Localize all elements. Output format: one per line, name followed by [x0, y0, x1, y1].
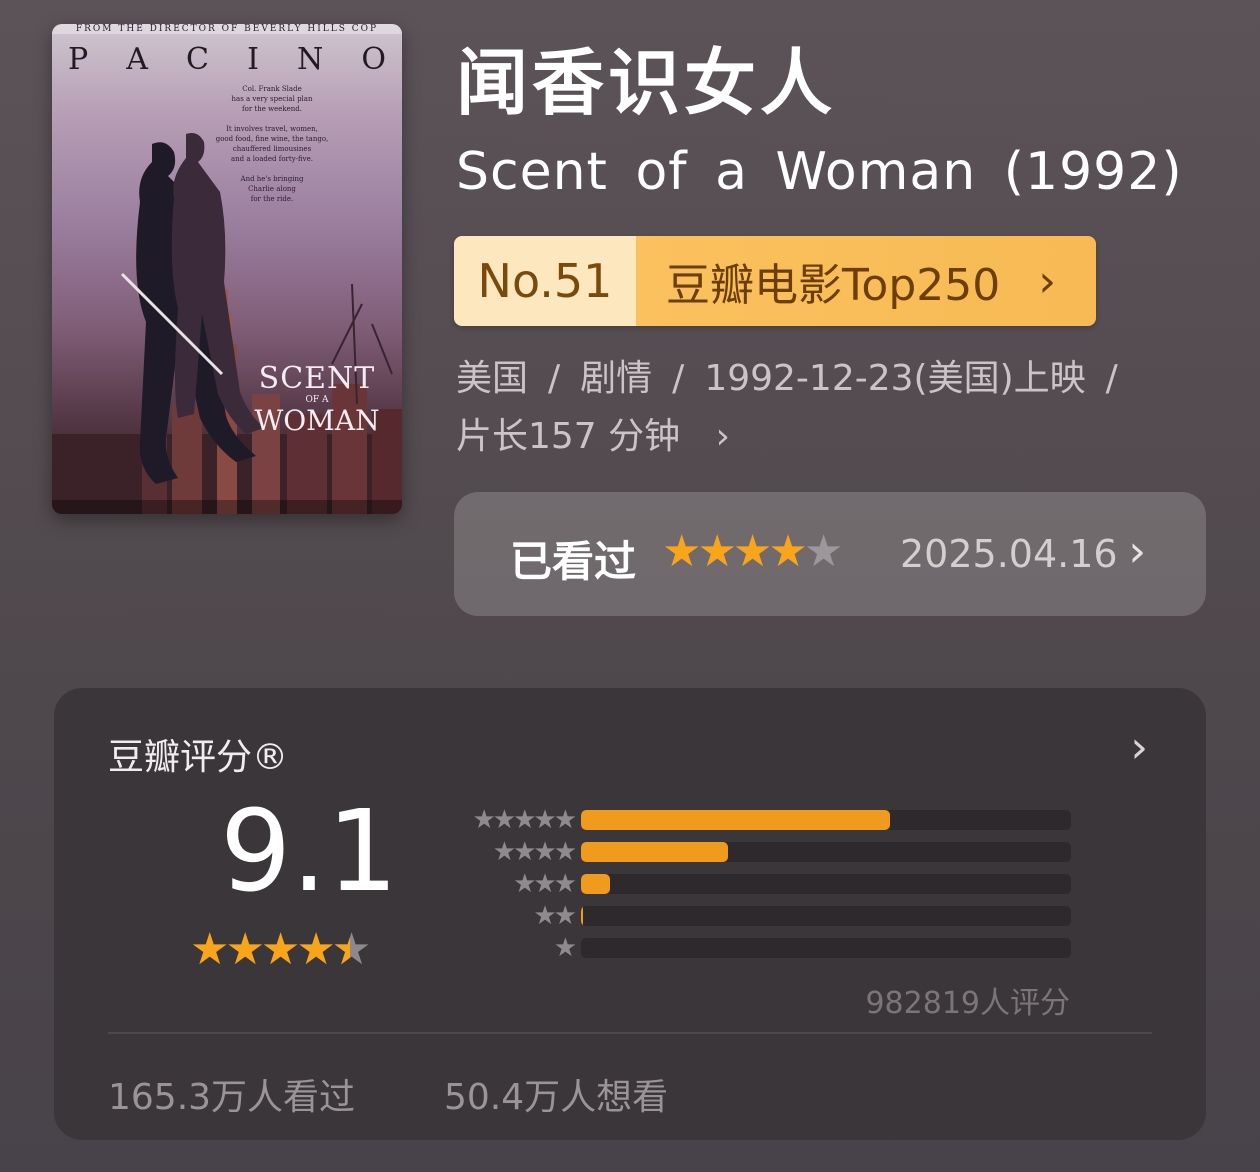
meta-release-date: 1992-12-23(美国)上映	[704, 358, 1086, 399]
poster-figures-art	[120, 133, 264, 484]
distribution-bar-fill	[581, 810, 890, 830]
poster-actor-letter: O	[361, 42, 386, 77]
distribution-star-icons: ★★★★★	[472, 805, 577, 835]
meta-separator: /	[1105, 358, 1118, 399]
distribution-row: ★★	[438, 902, 1088, 934]
rank-list-name: 豆瓣电影Top250	[666, 260, 1001, 311]
star-icon: ★	[732, 526, 773, 577]
douban-rating-card[interactable]: 豆瓣评分® › 9.1 ★★★★★ ★★★★★★★★★★★★★★★ 982819…	[54, 688, 1206, 1140]
want-count[interactable]: 50.4万人想看	[444, 1068, 668, 1120]
movie-poster[interactable]: FROM THE DIRECTOR OF BEVERLY HILLS COP P…	[52, 24, 402, 514]
distribution-row: ★★★★★	[438, 806, 1088, 838]
distribution-star-icons: ★	[553, 933, 577, 963]
divider	[108, 1032, 1152, 1034]
rating-score: 9.1	[220, 787, 399, 917]
chevron-right-icon: ›	[715, 416, 731, 457]
chevron-right-icon: ›	[1128, 526, 1146, 577]
movie-meta-info[interactable]: 美国 / 剧情 / 1992-12-23(美国)上映 / 片长157 分钟 ›	[456, 350, 1216, 466]
distribution-star-icons: ★★★★	[492, 837, 577, 867]
distribution-row: ★	[438, 934, 1088, 966]
poster-title: SCENT OF A WOMAN	[242, 364, 392, 435]
poster-tagline: FROM THE DIRECTOR OF BEVERLY HILLS COP	[52, 24, 402, 34]
poster-title-line1: SCENT	[258, 361, 376, 396]
star-icon: ★	[662, 526, 702, 577]
distribution-bar-fill	[581, 874, 611, 894]
distribution-bar-fill	[581, 842, 728, 862]
poster-credits-strip	[52, 500, 402, 514]
chevron-right-icon[interactable]: ›	[1130, 722, 1148, 773]
top250-rank-badge[interactable]: No.51 豆瓣电影Top250 ›	[454, 236, 1096, 326]
distribution-bar-track	[581, 874, 1071, 894]
meta-country: 美国	[456, 358, 529, 399]
distribution-bar-track	[581, 810, 1071, 830]
rating-stars: ★★★★★	[190, 924, 372, 975]
chevron-right-icon: ›	[1038, 255, 1056, 307]
star-icon: ★	[768, 526, 808, 577]
rating-count: 982819人评分	[865, 986, 1070, 1021]
poster-title-line3: WOMAN	[254, 404, 380, 437]
poster-actor-letter: P	[68, 42, 89, 77]
distribution-star-icons: ★★	[533, 901, 577, 931]
meta-separator: /	[672, 358, 685, 399]
poster-actor-name: PACINO	[68, 42, 386, 77]
star-icon: ★	[803, 526, 844, 577]
rank-list[interactable]: 豆瓣电影Top250 ›	[636, 236, 1096, 326]
distribution-row: ★★★★	[438, 838, 1088, 870]
poster-actor-letter: I	[247, 42, 259, 77]
distribution-row: ★★★	[438, 870, 1088, 902]
distribution-bar-track	[581, 842, 1071, 862]
distribution-bar-track	[581, 938, 1071, 958]
star-icon: ★	[190, 924, 230, 975]
half-star-icon: ★	[332, 924, 372, 975]
meta-genre: 剧情	[580, 358, 653, 399]
star-icon: ★	[225, 924, 265, 975]
my-rating-panel[interactable]: 已看过 ★★★★★ 2025.04.16 ›	[454, 492, 1206, 616]
distribution-bar-track	[581, 906, 1071, 926]
star-icon: ★	[296, 924, 336, 975]
movie-title-cn: 闻香识女人	[456, 41, 837, 125]
star-icon: ★	[697, 526, 737, 577]
rating-distribution: ★★★★★ ★★★★ ★★★ ★★ ★	[438, 806, 1088, 966]
poster-actor-letter: A	[126, 42, 148, 77]
meta-separator: /	[548, 358, 561, 399]
movie-title-en: Scent of a Woman (1992)	[456, 142, 1183, 202]
poster-actor-letter: C	[186, 42, 209, 77]
meta-runtime: 片长157 分钟	[456, 416, 681, 457]
star-icon: ★	[260, 924, 301, 975]
poster-actor-letter: N	[297, 42, 324, 77]
watched-count[interactable]: 165.3万人看过	[108, 1068, 355, 1120]
watched-date: 2025.04.16	[900, 532, 1118, 576]
my-rating-stars: ★★★★★	[662, 526, 844, 577]
rank-number: No.51	[454, 236, 636, 326]
rating-header: 豆瓣评分®	[108, 737, 289, 778]
distribution-bar-fill	[581, 906, 583, 926]
watched-status-label: 已看过	[510, 537, 637, 586]
distribution-star-icons: ★★★	[513, 869, 577, 899]
